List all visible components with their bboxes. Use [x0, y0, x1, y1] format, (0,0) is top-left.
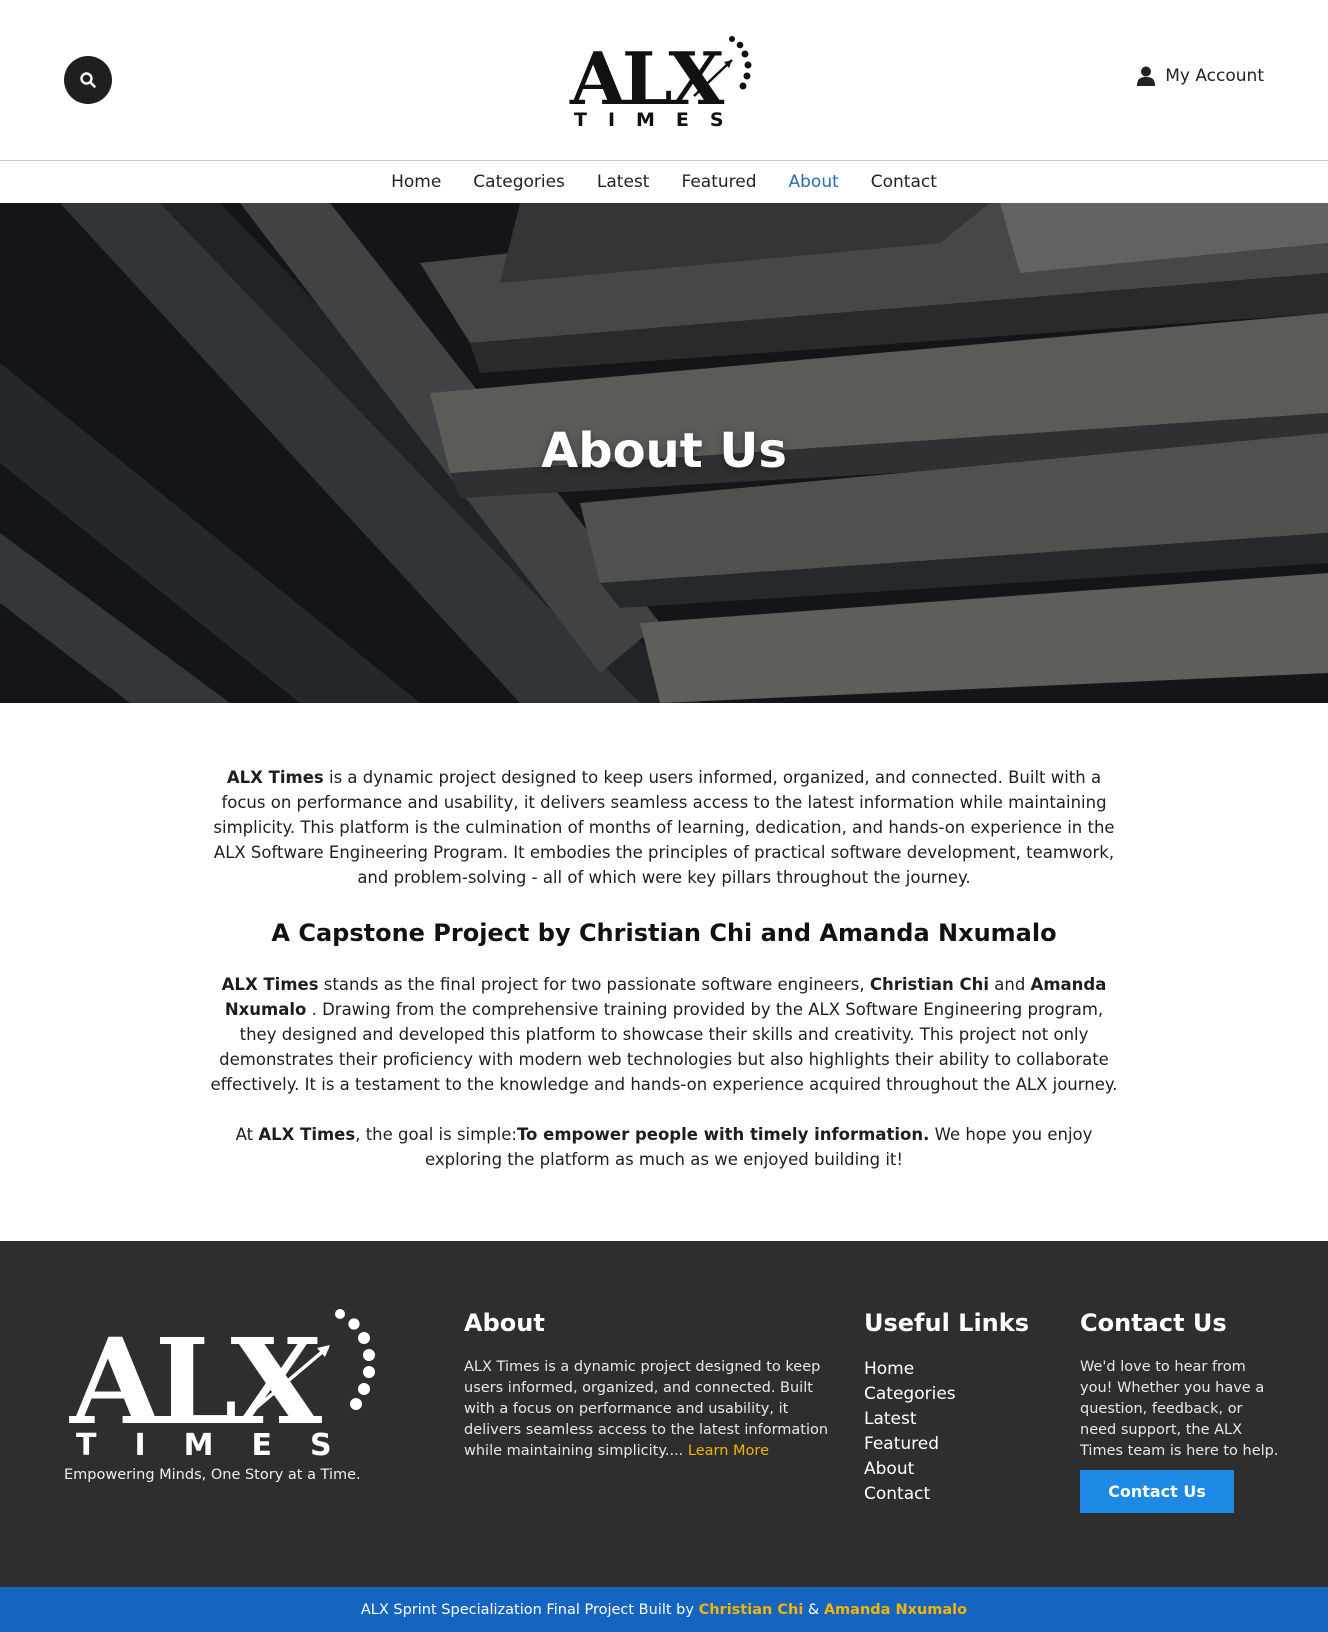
footer-link-featured[interactable]: Featured	[864, 1432, 1044, 1457]
hero-banner: About Us	[0, 203, 1328, 703]
author-name: Christian Chi	[869, 975, 989, 994]
nav-latest[interactable]: Latest	[597, 172, 650, 192]
footer-link-contact[interactable]: Contact	[864, 1482, 1044, 1507]
footer-logo[interactable]: ALX TIMES	[64, 1307, 384, 1457]
site-footer: ALX TIMES Empowering Minds, One Story at…	[0, 1241, 1328, 1587]
footer-contact: Contact Us We'd love to hear from you! W…	[1080, 1309, 1280, 1513]
capstone-text: . Drawing from the comprehensive trainin…	[210, 1000, 1118, 1094]
svg-text:TIMES: TIMES	[574, 109, 745, 130]
goal-statement: To empower people with timely informatio…	[516, 1125, 930, 1144]
footer-contact-title: Contact Us	[1080, 1309, 1227, 1337]
credits-ampersand: &	[803, 1601, 824, 1618]
user-icon	[1137, 66, 1156, 86]
brand-name: ALX Times	[221, 975, 319, 994]
contact-us-button[interactable]: Contact Us	[1080, 1470, 1234, 1513]
credits-bar: ALX Sprint Specialization Final Project …	[0, 1587, 1328, 1632]
footer-links-title: Useful Links	[864, 1309, 1030, 1337]
footer-about-text: ALX Times is a dynamic project designed …	[464, 1357, 834, 1462]
footer-about-body: ALX Times is a dynamic project designed …	[464, 1359, 829, 1459]
site-header: ALX TIMES My Account	[0, 0, 1328, 161]
capstone-text: stands as the final project for two pass…	[318, 975, 870, 994]
capstone-paragraph: ALX Times stands as the final project fo…	[210, 972, 1118, 1097]
footer-link-about[interactable]: About	[864, 1457, 1044, 1482]
svg-text:TIMES: TIMES	[76, 1428, 370, 1457]
intro-text: is a dynamic project designed to keep us…	[213, 768, 1115, 887]
goal-paragraph: At ALX Times, the goal is simple:To empo…	[210, 1122, 1118, 1172]
my-account-label: My Account	[1165, 66, 1264, 86]
search-button[interactable]	[64, 56, 112, 104]
learn-more-link[interactable]: Learn More	[688, 1443, 769, 1459]
page-title: About Us	[541, 423, 787, 479]
credit-christian-chi[interactable]: Christian Chi	[699, 1602, 804, 1618]
footer-tagline: Empowering Minds, One Story at a Time.	[64, 1467, 361, 1483]
footer-link-categories[interactable]: Categories	[864, 1382, 1044, 1407]
brand-name: ALX Times	[226, 768, 324, 787]
goal-text: At	[235, 1125, 259, 1144]
nav-featured[interactable]: Featured	[681, 172, 756, 192]
nav-categories[interactable]: Categories	[473, 172, 565, 192]
intro-paragraph: ALX Times is a dynamic project designed …	[210, 765, 1118, 890]
nav-home[interactable]: Home	[391, 172, 441, 192]
nav-about[interactable]: About	[789, 172, 839, 192]
capstone-heading: A Capstone Project by Christian Chi and …	[271, 919, 1057, 947]
about-content: ALX Times is a dynamic project designed …	[210, 765, 1118, 1172]
footer-contact-text: We'd love to hear from you! Whether you …	[1080, 1359, 1279, 1459]
brand-name: ALX Times	[258, 1125, 356, 1144]
footer-link-home[interactable]: Home	[864, 1357, 1044, 1382]
search-icon	[80, 72, 96, 88]
site-logo[interactable]: ALX TIMES	[566, 34, 762, 130]
capstone-text: and	[989, 975, 1031, 994]
credit-amanda-nxumalo[interactable]: Amanda Nxumalo	[824, 1602, 967, 1618]
credits-text: ALX Sprint Specialization Final Project …	[360, 1601, 699, 1618]
footer-link-latest[interactable]: Latest	[864, 1407, 1044, 1432]
goal-text: , the goal is simple:	[355, 1125, 517, 1144]
footer-about-title: About	[464, 1309, 545, 1337]
my-account-link[interactable]: My Account	[1137, 66, 1264, 86]
main-nav: Home Categories Latest Featured About Co…	[0, 161, 1328, 203]
nav-contact[interactable]: Contact	[871, 172, 937, 192]
footer-useful-links: Useful Links Home Categories Latest Feat…	[864, 1309, 1044, 1507]
footer-about: About ALX Times is a dynamic project des…	[464, 1309, 834, 1462]
